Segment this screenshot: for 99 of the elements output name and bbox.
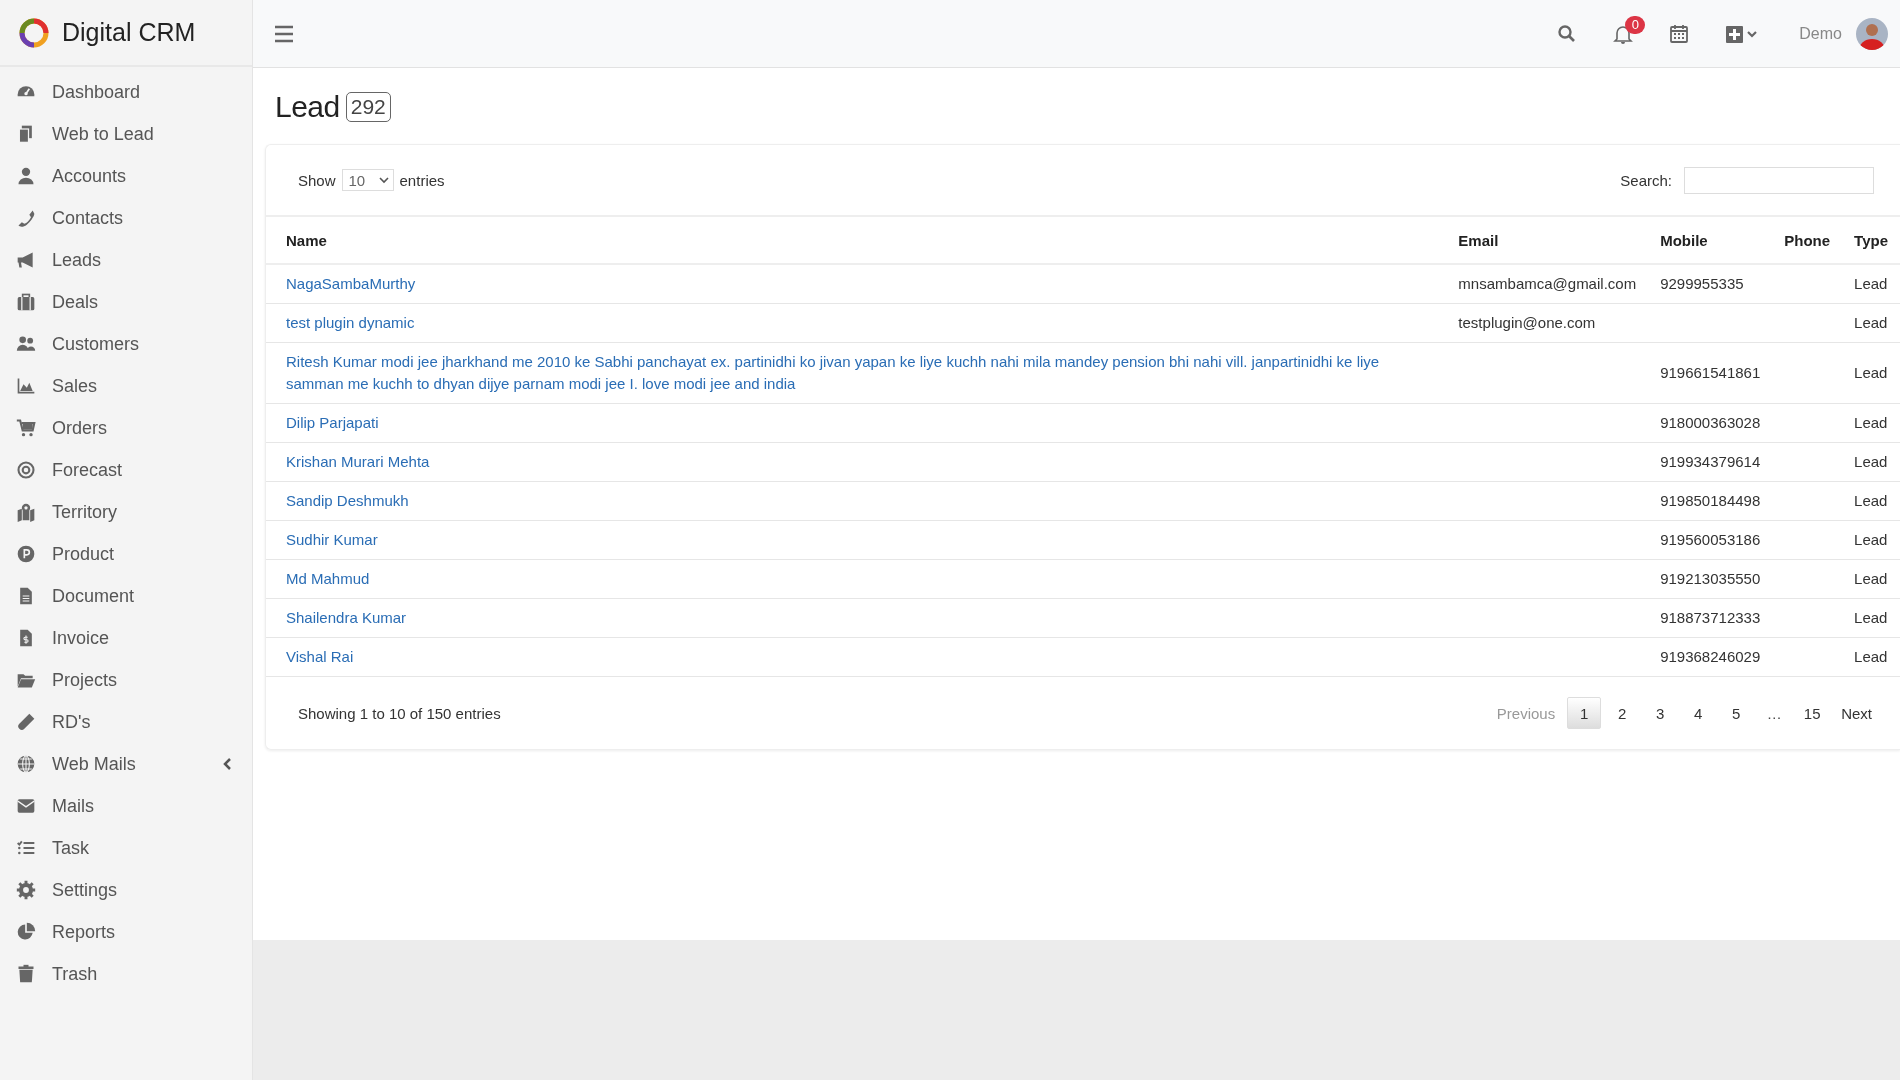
sidebar-item[interactable]: Web Mails (0, 743, 252, 785)
mobile-cell: 918873712333 (1660, 609, 1761, 626)
users-icon (16, 334, 36, 354)
sidebar-item[interactable]: Territory (0, 491, 252, 533)
page-button[interactable]: 5 (1719, 697, 1754, 729)
sidebar-item[interactable]: Product (0, 533, 252, 575)
chevron-left-icon (222, 757, 232, 771)
notifications-button[interactable] (1613, 23, 1634, 44)
column-header[interactable]: Mobile (1648, 217, 1773, 264)
sidebar-item[interactable]: Dashboard (0, 71, 252, 113)
lead-name-link[interactable]: test plugin dynamic (286, 312, 1435, 334)
sidebar-item[interactable]: Deals (0, 281, 252, 323)
mobile-cell: 919661541861 (1660, 364, 1761, 381)
lead-name-link[interactable]: Sudhir Kumar (286, 529, 1435, 551)
cart-icon (16, 418, 36, 438)
page-button[interactable]: 3 (1643, 697, 1678, 729)
page-size-select[interactable]: 10 (341, 169, 394, 191)
page-button[interactable]: 15 (1795, 697, 1830, 729)
sidebar-item[interactable]: Orders (0, 407, 252, 449)
sidebar-item[interactable]: Forecast (0, 449, 252, 491)
type-cell: Lead (1854, 414, 1888, 431)
notification-badge: 0 (1625, 15, 1646, 34)
add-menu-button[interactable] (1725, 23, 1760, 44)
next-button[interactable]: Next (1833, 697, 1880, 729)
type-cell: Lead (1854, 275, 1888, 292)
settings-icon (16, 880, 36, 900)
phone-icon (16, 208, 36, 228)
type-cell: Lead (1854, 609, 1888, 626)
lead-name-link[interactable]: NagaSambaMurthy (286, 273, 1435, 295)
sidebar-item[interactable]: Mails (0, 785, 252, 827)
sidebar-item[interactable]: Reports (0, 911, 252, 953)
email-cell: mnsambamca@gmail.com (1458, 275, 1637, 292)
sidebar-item[interactable]: Projects (0, 659, 252, 701)
column-header[interactable]: Email (1446, 217, 1649, 264)
test-tube-icon (16, 712, 36, 732)
page-title: Lead (275, 90, 340, 124)
globe-icon (16, 754, 36, 774)
page-button[interactable]: 4 (1681, 697, 1716, 729)
type-cell: Lead (1854, 531, 1888, 548)
search-field[interactable] (1684, 166, 1874, 194)
mobile-cell: 918000363028 (1660, 414, 1761, 431)
sidebar-item[interactable]: Leads (0, 239, 252, 281)
email-cell: testplugin@one.com (1458, 314, 1596, 331)
mobile-cell: 919213035550 (1660, 570, 1761, 587)
column-header[interactable]: Type (1842, 217, 1900, 264)
lead-name-link[interactable]: Md Mahmud (286, 568, 1435, 590)
mobile-cell: 9299955335 (1660, 275, 1744, 292)
area-chart-icon (16, 376, 36, 396)
show-label: Show (298, 171, 336, 189)
avatar[interactable] (1856, 17, 1888, 50)
count-badge: 292 (345, 92, 391, 122)
sidebar-item[interactable]: RD's (0, 701, 252, 743)
pie-chart-icon (16, 922, 36, 942)
mobile-cell: 919850184498 (1660, 492, 1761, 509)
sidebar-item[interactable]: Sales (0, 365, 252, 407)
column-header[interactable]: Name (266, 217, 1447, 264)
sidebar-item[interactable]: Trash (0, 953, 252, 995)
sidebar-item[interactable]: Web to Lead (0, 113, 252, 155)
sidebar-item[interactable]: Settings (0, 869, 252, 911)
logo-icon (18, 16, 50, 49)
entries-label: entries (399, 171, 445, 189)
type-cell: Lead (1854, 570, 1888, 587)
search-label: Search: (1620, 171, 1672, 189)
mobile-cell: 919934379614 (1660, 453, 1761, 470)
trash-icon (16, 964, 36, 984)
column-header[interactable]: Phone (1772, 217, 1843, 264)
type-cell: Lead (1854, 648, 1888, 665)
circle-p-icon (16, 544, 36, 564)
lead-name-link[interactable]: Vishal Rai (286, 646, 1435, 668)
type-cell: Lead (1854, 492, 1888, 509)
app-title: Digital CRM (62, 18, 196, 47)
mobile-cell: 919560053186 (1660, 531, 1761, 548)
page-button[interactable]: 2 (1605, 697, 1640, 729)
sidebar-item[interactable]: Customers (0, 323, 252, 365)
type-cell: Lead (1854, 453, 1888, 470)
target-icon (16, 460, 36, 480)
sidebar-item[interactable]: Invoice (0, 617, 252, 659)
table-info: Showing 1 to 10 of 150 entries (298, 704, 501, 722)
lead-name-link[interactable]: Ritesh Kumar modi jee jharkhand me 2010 ke Sabhi panchayat ex. partinidhi ko jivan yapan ke liye kuchh nahi mila mandey pension bhi nahi vill. janpartinidhi ke liye samman me kuchh to dhyan dijye parnam modi jee I. love modi jee and india (286, 351, 1435, 395)
user-icon (16, 166, 36, 186)
lead-name-link[interactable]: Shailendra Kumar (286, 607, 1435, 629)
pagination-ellipsis: … (1765, 703, 1783, 724)
megaphone-icon (16, 250, 36, 270)
sidebar-item[interactable]: Task (0, 827, 252, 869)
page-button[interactable]: 1 (1567, 697, 1602, 729)
lead-name-link[interactable]: Krishan Murari Mehta (286, 451, 1435, 473)
sidebar-item[interactable]: Contacts (0, 197, 252, 239)
envelope-icon (16, 796, 36, 816)
caret-icon (378, 176, 389, 184)
briefcase-icon (16, 292, 36, 312)
calendar-button[interactable] (1669, 23, 1690, 44)
sidebar-item[interactable]: Accounts (0, 155, 252, 197)
sidebar-item[interactable]: Document (0, 575, 252, 617)
lead-name-link[interactable]: Sandip Deshmukh (286, 490, 1435, 512)
mobile-cell: 919368246029 (1660, 648, 1761, 665)
map-pin-icon (16, 502, 36, 522)
type-cell: Lead (1854, 314, 1888, 331)
lead-name-link[interactable]: Dilip Parjapati (286, 412, 1435, 434)
type-cell: Lead (1854, 364, 1888, 381)
